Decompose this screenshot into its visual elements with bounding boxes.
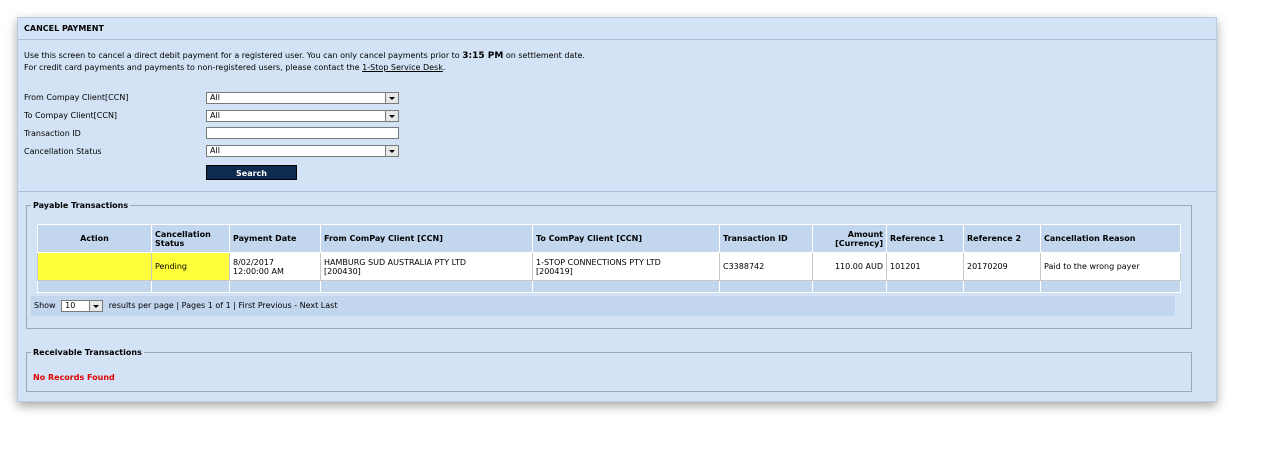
intro-line1-pre: Use this screen to cancel a direct debit… [24, 51, 460, 60]
payable-transactions-section: Payable Transactions Action Cancellation… [26, 201, 1192, 329]
row-cancellation-reason: Paid to the wrong payer [1040, 252, 1181, 281]
cancellation-status-value: All [210, 146, 220, 155]
row-reference-1: 101201 [886, 252, 964, 281]
chevron-down-icon[interactable] [385, 111, 398, 121]
transaction-id-input[interactable] [206, 127, 399, 139]
table-row: Pending 8/02/2017 12:00:00 AM HAMBURG SU… [37, 252, 1181, 281]
row-to-name: 1-STOP CONNECTIONS PTY LTD [536, 257, 661, 267]
to-client-label: To Compay Client[CCN] [24, 111, 118, 120]
row-to-cell: 1-STOP CONNECTIONS PTY LTD [200419] [532, 252, 720, 281]
page-title: CANCEL PAYMENT [18, 18, 1216, 40]
col-from-client[interactable]: From ComPay Client [CCN] [320, 224, 533, 253]
payable-transactions-table: Action Cancellation Status Payment Date … [37, 224, 1181, 293]
col-transaction-id[interactable]: Transaction ID [719, 224, 813, 253]
row-date: 8/02/2017 [233, 257, 275, 267]
cancellation-status-select[interactable]: All [206, 145, 399, 157]
pager-show-label: Show [34, 301, 56, 310]
service-desk-link[interactable]: 1-Stop Service Desk [362, 63, 443, 72]
chevron-down-icon[interactable] [89, 300, 103, 311]
search-button[interactable]: Search [206, 165, 297, 180]
intro-line2-pre: For credit card payments and payments to… [24, 63, 360, 72]
col-cancellation-status[interactable]: Cancellation Status [151, 224, 230, 253]
from-client-select[interactable]: All [206, 92, 399, 104]
col-reference-2[interactable]: Reference 2 [963, 224, 1041, 253]
col-reference-1[interactable]: Reference 1 [886, 224, 964, 253]
intro-text: Use this screen to cancel a direct debit… [24, 50, 585, 73]
row-from-ccn: [200430] [324, 266, 361, 276]
cancel-payment-panel: CANCEL PAYMENT Use this screen to cancel… [17, 17, 1217, 402]
row-to-ccn: [200419] [536, 266, 573, 276]
to-client-value: All [210, 111, 220, 120]
per-page-select[interactable]: 10 [61, 299, 104, 312]
col-to-client[interactable]: To ComPay Client [CCN] [532, 224, 720, 253]
row-from-cell: HAMBURG SUD AUSTRALIA PTY LTD [200430] [320, 252, 533, 281]
col-payment-date[interactable]: Payment Date [229, 224, 321, 253]
col-cancellation-reason[interactable]: Cancellation Reason [1040, 224, 1181, 253]
from-client-label: From Compay Client[CCN] [24, 93, 129, 102]
col-amount[interactable]: Amount [Currency] [812, 224, 887, 253]
to-client-select[interactable]: All [206, 110, 399, 122]
row-action-cell[interactable] [37, 252, 152, 281]
row-date-cell: 8/02/2017 12:00:00 AM [229, 252, 321, 281]
per-page-value: 10 [65, 300, 76, 310]
table-blank-row [37, 280, 1181, 293]
no-records-message: No Records Found [33, 373, 115, 382]
receivable-transactions-section: Receivable Transactions No Records Found [26, 348, 1192, 392]
pager-bar: Show 10 results per page | Pages 1 of 1 … [31, 296, 1175, 316]
row-status-cell: Pending [151, 252, 230, 281]
pager-summary[interactable]: results per page | Pages 1 of 1 | First … [109, 301, 338, 310]
intro-line2-post: . [442, 63, 446, 72]
from-client-value: All [210, 93, 220, 102]
row-time: 12:00:00 AM [233, 266, 284, 276]
row-reference-2: 20170209 [963, 252, 1041, 281]
cancellation-status-label: Cancellation Status [24, 147, 102, 156]
row-transaction-id: C3388742 [719, 252, 813, 281]
chevron-down-icon[interactable] [385, 146, 398, 156]
table-header-row: Action Cancellation Status Payment Date … [37, 224, 1181, 253]
row-from-name: HAMBURG SUD AUSTRALIA PTY LTD [324, 257, 467, 267]
chevron-down-icon[interactable] [385, 93, 398, 103]
payable-transactions-legend: Payable Transactions [33, 201, 129, 210]
receivable-transactions-legend: Receivable Transactions [33, 348, 142, 357]
section-divider [18, 191, 1216, 192]
intro-cutoff-time: 3:15 PM [462, 51, 504, 61]
transaction-id-label: Transaction ID [24, 129, 81, 138]
col-action[interactable]: Action [37, 224, 152, 253]
intro-line1-post: on settlement date. [505, 51, 585, 60]
row-amount: 110.00 AUD [812, 252, 887, 281]
